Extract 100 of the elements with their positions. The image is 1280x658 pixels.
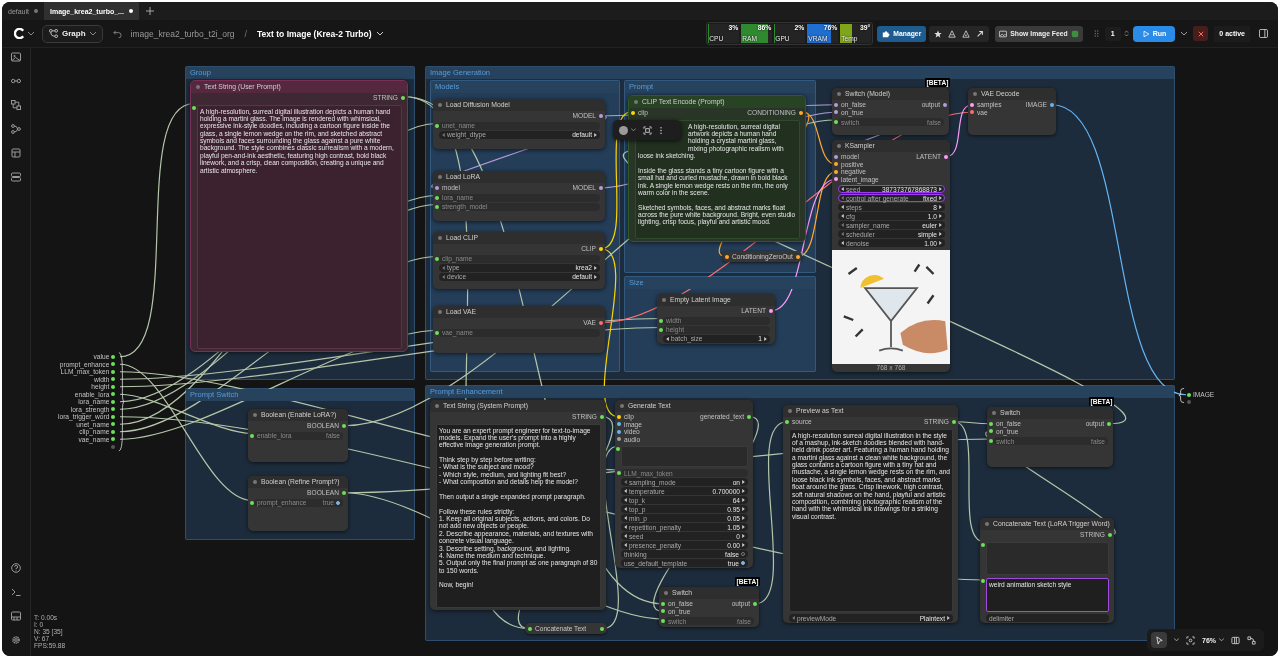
socket-dot-icon[interactable] — [659, 327, 663, 332]
graph-node[interactable] — [190, 80, 408, 352]
left-arrow-icon[interactable] — [624, 543, 627, 547]
socket-dot-icon[interactable] — [989, 439, 993, 443]
workflow-title-button[interactable]: Text to Image (Krea-2 Turbo) — [257, 28, 383, 39]
socket-dot-icon[interactable] — [435, 185, 439, 190]
collapse-dot-icon[interactable] — [620, 404, 624, 408]
bottom-panel-icon[interactable] — [11, 611, 21, 621]
collapse-dot-icon[interactable] — [973, 92, 977, 96]
fit-view-icon[interactable] — [1186, 635, 1195, 645]
socket-dot-icon[interactable] — [111, 444, 116, 449]
panel-icon[interactable] — [1259, 29, 1268, 38]
graph-node[interactable] — [615, 400, 753, 568]
socket-dot-icon[interactable] — [599, 320, 603, 325]
select-tool-button[interactable] — [1151, 632, 1167, 648]
triangle-icon[interactable] — [948, 29, 957, 38]
left-arrow-icon[interactable] — [624, 498, 627, 502]
socket-dot-icon[interactable] — [111, 422, 116, 427]
socket-dot-icon[interactable] — [617, 437, 621, 442]
caret-icon[interactable] — [1181, 31, 1188, 36]
caret-icon[interactable] — [631, 128, 636, 132]
stepper-icon[interactable] — [1123, 29, 1129, 38]
socket-dot-icon[interactable] — [435, 195, 439, 200]
socket-dot-icon[interactable] — [111, 392, 116, 397]
socket-dot-icon[interactable] — [111, 354, 116, 359]
layout-icon[interactable] — [11, 148, 21, 158]
socket-dot-icon[interactable] — [989, 429, 993, 434]
socket-dot-icon[interactable] — [600, 626, 604, 631]
socket-dot-icon[interactable] — [111, 384, 116, 389]
socket-dot-icon[interactable] — [834, 162, 838, 167]
left-arrow-icon[interactable] — [841, 187, 844, 191]
link-icon[interactable] — [11, 76, 21, 86]
right-arrow-icon[interactable] — [939, 223, 942, 227]
image-icon[interactable] — [11, 52, 21, 62]
right-arrow-icon[interactable] — [742, 516, 745, 520]
toggle-knob-icon[interactable] — [741, 561, 745, 565]
socket-dot-icon[interactable] — [599, 113, 603, 118]
socket-dot-icon[interactable] — [834, 177, 838, 182]
socket-dot-icon[interactable] — [600, 414, 604, 419]
frame-icon[interactable] — [643, 125, 652, 135]
collapse-dot-icon[interactable] — [992, 411, 996, 415]
socket-dot-icon[interactable] — [795, 254, 800, 259]
terminal-icon[interactable] — [11, 587, 21, 597]
logo-icon[interactable] — [14, 28, 25, 39]
socket-dot-icon[interactable] — [661, 609, 665, 614]
collapse-dot-icon[interactable] — [253, 480, 257, 484]
collapse-dot-icon[interactable] — [788, 409, 792, 413]
left-arrow-icon[interactable] — [841, 214, 844, 218]
socket-dot-icon[interactable] — [111, 377, 116, 382]
caret-icon[interactable] — [1174, 638, 1179, 642]
socket-dot-icon[interactable] — [435, 204, 439, 209]
right-arrow-icon[interactable] — [939, 241, 942, 245]
socket-dot-icon[interactable] — [1108, 532, 1112, 537]
right-arrow-icon[interactable] — [939, 196, 942, 200]
socket-dot-icon[interactable] — [617, 429, 621, 434]
socket-dot-icon[interactable] — [981, 542, 985, 547]
right-arrow-icon[interactable] — [939, 205, 942, 209]
collapse-dot-icon[interactable] — [662, 298, 666, 302]
undo-icon[interactable] — [112, 29, 122, 38]
right-arrow-icon[interactable] — [742, 534, 745, 538]
graph-node[interactable] — [783, 405, 958, 623]
socket-dot-icon[interactable] — [659, 318, 663, 323]
socket-dot-icon[interactable] — [401, 95, 405, 100]
collapse-dot-icon[interactable] — [253, 413, 257, 417]
socket-dot-icon[interactable] — [834, 110, 838, 115]
minimap-icon[interactable] — [1231, 635, 1240, 645]
socket-dot-icon[interactable] — [944, 154, 948, 159]
socket-dot-icon[interactable] — [111, 407, 116, 412]
left-arrow-icon[interactable] — [666, 336, 669, 341]
socket-dot-icon[interactable] — [111, 362, 116, 367]
graph-node[interactable] — [430, 400, 606, 610]
workflow-path[interactable]: image_krea2_turbo_t2i_org — [130, 28, 235, 39]
collapse-dot-icon[interactable] — [438, 236, 442, 240]
caret-icon[interactable] — [28, 31, 34, 36]
socket-dot-icon[interactable] — [342, 490, 346, 495]
socket-dot-icon[interactable] — [342, 423, 346, 428]
right-arrow-icon[interactable] — [742, 480, 745, 484]
left-arrow-icon[interactable] — [624, 507, 627, 511]
right-arrow-icon[interactable] — [742, 543, 745, 547]
right-arrow-icon[interactable] — [594, 132, 597, 137]
socket-dot-icon[interactable] — [1187, 392, 1191, 397]
right-arrow-icon[interactable] — [939, 232, 942, 236]
left-arrow-icon[interactable] — [624, 516, 627, 520]
workflow-icon[interactable] — [11, 124, 21, 134]
collapse-dot-icon[interactable] — [438, 175, 442, 179]
socket-dot-icon[interactable] — [616, 447, 620, 451]
socket-dot-icon[interactable] — [970, 102, 974, 107]
right-arrow-icon[interactable] — [764, 336, 767, 341]
socket-dot-icon[interactable] — [769, 308, 773, 313]
socket-dot-icon[interactable] — [192, 105, 196, 110]
left-arrow-icon[interactable] — [841, 205, 844, 209]
socket-dot-icon[interactable] — [111, 429, 116, 434]
socket-dot-icon[interactable] — [617, 422, 621, 427]
socket-dot-icon[interactable] — [834, 169, 838, 174]
socket-dot-icon[interactable] — [1107, 421, 1111, 426]
left-arrow-icon[interactable] — [624, 489, 627, 493]
arrow-icon[interactable] — [976, 29, 985, 38]
left-arrow-icon[interactable] — [624, 525, 627, 529]
rows-icon[interactable] — [11, 172, 21, 182]
link-visibility-icon[interactable] — [1247, 635, 1256, 645]
